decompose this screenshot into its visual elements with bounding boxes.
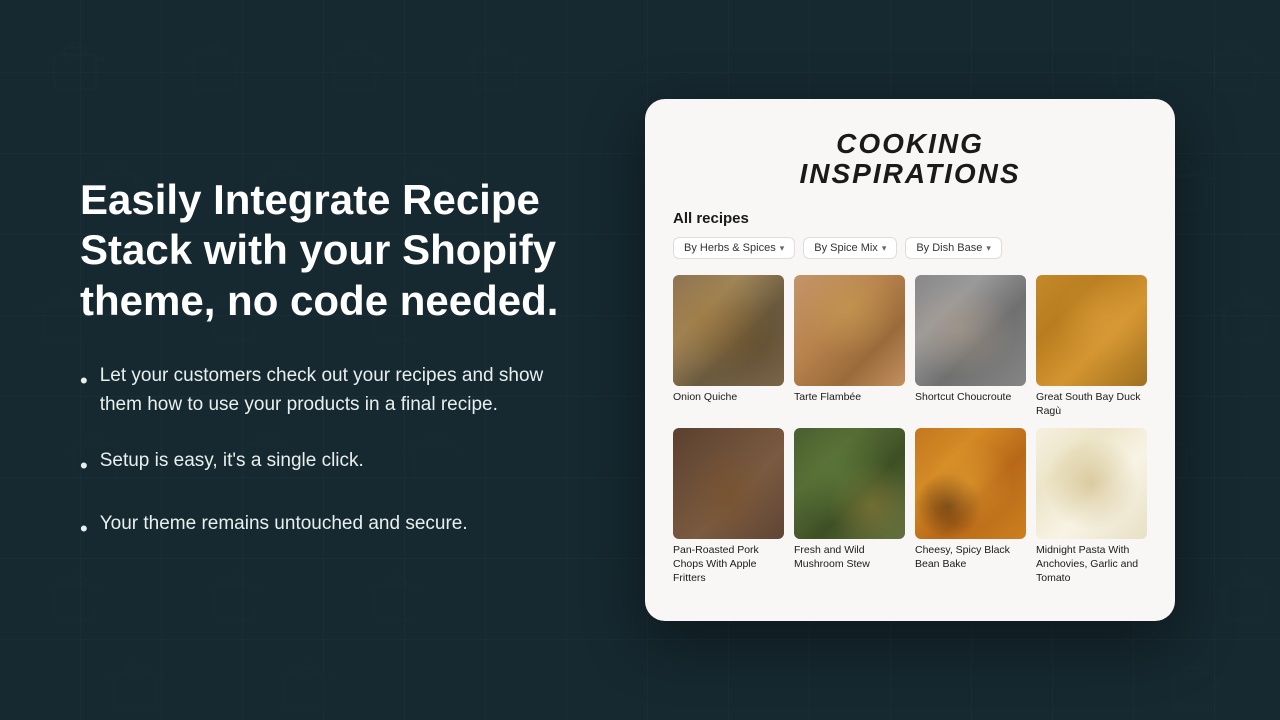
bullet-dot-1: • xyxy=(80,364,88,419)
bullet-text-2: Setup is easy, it's a single click. xyxy=(100,447,364,482)
recipe-name-4: Great South Bay Duck Ragù xyxy=(1036,391,1147,418)
bullet-item-1: • Let your customers check out your reci… xyxy=(80,362,560,419)
bullet-item-3: • Your theme remains untouched and secur… xyxy=(80,510,560,545)
filter-buttons: By Herbs & Spices ▾ By Spice Mix ▾ By Di… xyxy=(673,237,1147,259)
left-panel: Easily Integrate Recipe Stack with your … xyxy=(80,175,560,545)
recipe-image-7 xyxy=(915,428,1026,539)
recipe-image-1 xyxy=(673,275,784,386)
filter-spice-button[interactable]: By Spice Mix ▾ xyxy=(803,237,897,259)
chevron-down-icon: ▾ xyxy=(986,243,991,254)
recipe-item-6[interactable]: Fresh and Wild Mushroom Stew xyxy=(794,428,905,585)
recipe-grid: Onion Quiche Tarte Flambée Shortcut Chou… xyxy=(673,275,1147,585)
filter-herbs-button[interactable]: By Herbs & Spices ▾ xyxy=(673,237,795,259)
recipe-item-7[interactable]: Cheesy, Spicy Black Bean Bake xyxy=(915,428,1026,585)
recipe-name-6: Fresh and Wild Mushroom Stew xyxy=(794,544,905,571)
filter-dish-button[interactable]: By Dish Base ▾ xyxy=(905,237,1002,259)
recipe-item-2[interactable]: Tarte Flambée xyxy=(794,275,905,418)
bullet-text-1: Let your customers check out your recipe… xyxy=(100,362,560,419)
recipe-item-1[interactable]: Onion Quiche xyxy=(673,275,784,418)
bullet-dot-3: • xyxy=(80,512,88,545)
recipe-name-7: Cheesy, Spicy Black Bean Bake xyxy=(915,544,1026,571)
recipe-image-5 xyxy=(673,428,784,539)
bullet-dot-2: • xyxy=(80,449,88,482)
recipe-image-8 xyxy=(1036,428,1147,539)
main-heading: Easily Integrate Recipe Stack with your … xyxy=(80,175,560,326)
recipe-image-4 xyxy=(1036,275,1147,386)
recipe-image-2 xyxy=(794,275,905,386)
chevron-down-icon: ▾ xyxy=(780,243,785,254)
bullet-item-2: • Setup is easy, it's a single click. xyxy=(80,447,560,482)
recipe-image-3 xyxy=(915,275,1026,386)
recipes-label: All recipes xyxy=(673,210,1147,227)
recipe-image-6 xyxy=(794,428,905,539)
recipe-item-4[interactable]: Great South Bay Duck Ragù xyxy=(1036,275,1147,418)
main-layout: Easily Integrate Recipe Stack with your … xyxy=(0,0,1280,720)
recipe-name-3: Shortcut Choucroute xyxy=(915,391,1026,405)
bullet-text-3: Your theme remains untouched and secure. xyxy=(100,510,468,545)
recipe-item-3[interactable]: Shortcut Choucroute xyxy=(915,275,1026,418)
browser-card: COOKING INSPIRATIONS All recipes By Herb… xyxy=(645,99,1175,622)
right-panel: COOKING INSPIRATIONS All recipes By Herb… xyxy=(620,99,1200,622)
site-title: COOKING INSPIRATIONS xyxy=(673,129,1147,191)
chevron-down-icon: ▾ xyxy=(882,243,887,254)
recipe-name-8: Midnight Pasta With Anchovies, Garlic an… xyxy=(1036,544,1147,585)
recipe-name-5: Pan-Roasted Pork Chops With Apple Fritte… xyxy=(673,544,784,585)
site-title-text: COOKING INSPIRATIONS xyxy=(673,129,1147,191)
recipe-item-8[interactable]: Midnight Pasta With Anchovies, Garlic an… xyxy=(1036,428,1147,585)
recipe-name-1: Onion Quiche xyxy=(673,391,784,405)
bullet-list: • Let your customers check out your reci… xyxy=(80,362,560,545)
recipe-item-5[interactable]: Pan-Roasted Pork Chops With Apple Fritte… xyxy=(673,428,784,585)
recipe-name-2: Tarte Flambée xyxy=(794,391,905,405)
